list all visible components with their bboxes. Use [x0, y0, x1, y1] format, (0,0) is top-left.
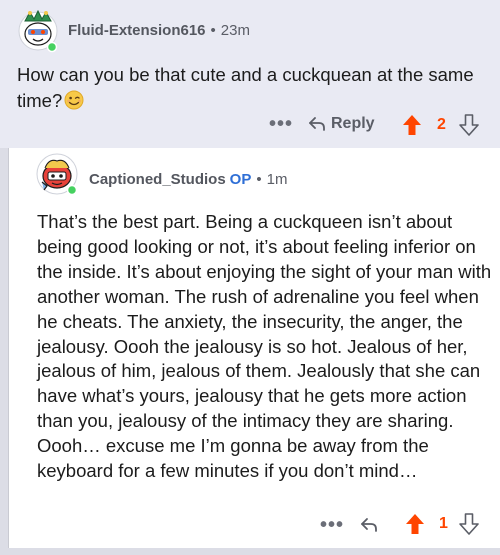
op-badge: OP — [229, 171, 252, 188]
parent-body: How can you be that cute and a cuckquean… — [17, 62, 487, 114]
reply-arrow-icon[interactable] — [360, 517, 378, 533]
parent-body-text: How can you be that cute and a cuckquean… — [17, 64, 474, 111]
reply-arrow-icon — [309, 117, 325, 131]
parent-actions: ••• Reply 2 — [0, 113, 500, 139]
parent-author[interactable]: Fluid-Extension616 — [68, 22, 206, 39]
thread-line[interactable] — [0, 148, 8, 548]
meta-separator: • — [256, 171, 262, 188]
reply-label: Reply — [331, 115, 375, 132]
parent-score: 2 — [437, 116, 446, 133]
reply-meta: Captioned_Studios OP • 1m — [89, 171, 287, 188]
reply-score: 1 — [439, 515, 448, 532]
upvote-icon[interactable] — [402, 114, 422, 136]
more-options-button[interactable]: ••• — [320, 514, 344, 537]
next-comment-edge — [0, 548, 500, 555]
parent-meta: Fluid-Extension616 • 23m — [68, 22, 250, 39]
reply-button[interactable]: Reply — [308, 115, 375, 133]
parent-time: 23m — [220, 22, 250, 39]
op-avatar[interactable] — [35, 152, 79, 196]
parent-comment: Fluid-Extension616 • 23m How can you be th… — [0, 0, 500, 148]
upvote-icon[interactable] — [405, 513, 425, 535]
downvote-icon[interactable] — [459, 114, 479, 136]
reply-body: That’s the best part. Being a cuckqueen … — [37, 211, 492, 482]
user-avatar[interactable] — [17, 9, 59, 53]
winking-face-emoji-icon — [64, 90, 84, 110]
more-options-button[interactable]: ••• — [269, 113, 293, 136]
downvote-icon[interactable] — [459, 513, 479, 535]
thread-divider — [8, 148, 9, 548]
reply-time: 1m — [266, 171, 288, 188]
reply-author[interactable]: Captioned_Studios — [89, 171, 226, 188]
meta-separator: • — [210, 22, 216, 39]
